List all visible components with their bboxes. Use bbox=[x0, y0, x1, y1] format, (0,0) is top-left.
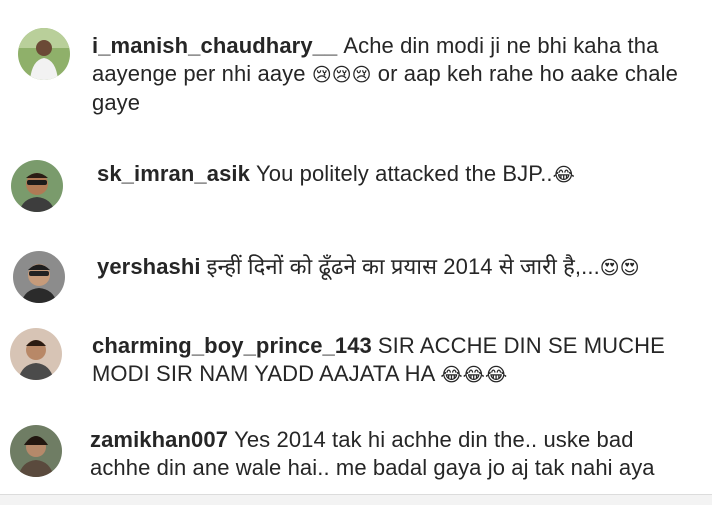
comment-text: zamikhan007 Yes 2014 tak hi achhe din the… bbox=[90, 426, 690, 482]
comment-username[interactable]: charming_boy_prince_143 bbox=[92, 333, 372, 358]
comment-username[interactable]: zamikhan007 bbox=[90, 427, 228, 452]
crying-emoji: 😢😢😢 bbox=[311, 64, 372, 86]
comment-text: charming_boy_prince_143 SIR ACCHE DIN SE … bbox=[92, 332, 672, 389]
avatar[interactable] bbox=[11, 160, 63, 212]
avatar[interactable] bbox=[18, 28, 70, 80]
avatar[interactable] bbox=[13, 251, 65, 303]
comment-username[interactable]: yershashi bbox=[97, 254, 201, 279]
laughing-emoji: 😂😂😂 bbox=[440, 364, 508, 386]
comment-username[interactable]: i_manish_chaudhary__ bbox=[92, 33, 337, 58]
comment-text: sk_imran_asik You politely attacked the B… bbox=[97, 160, 697, 189]
avatar[interactable] bbox=[10, 328, 62, 380]
comment-username[interactable]: sk_imran_asik bbox=[97, 161, 250, 186]
comment-body: इन्हीं दिनों को ढूँढने का प्रयास 2014 से… bbox=[206, 254, 600, 279]
laughing-emoji: 😂 bbox=[552, 164, 575, 186]
avatar[interactable] bbox=[10, 425, 62, 477]
comment-text: i_manish_chaudhary__ Ache din modi ji ne … bbox=[92, 32, 692, 117]
comment-text: yershashi इन्हीं दिनों को ढूँढने का प्रया… bbox=[97, 253, 697, 282]
comment-body: You politely attacked the BJP.. bbox=[255, 161, 553, 186]
heart-eyes-emoji: 😍😍 bbox=[599, 257, 640, 279]
bottom-divider bbox=[0, 494, 712, 505]
